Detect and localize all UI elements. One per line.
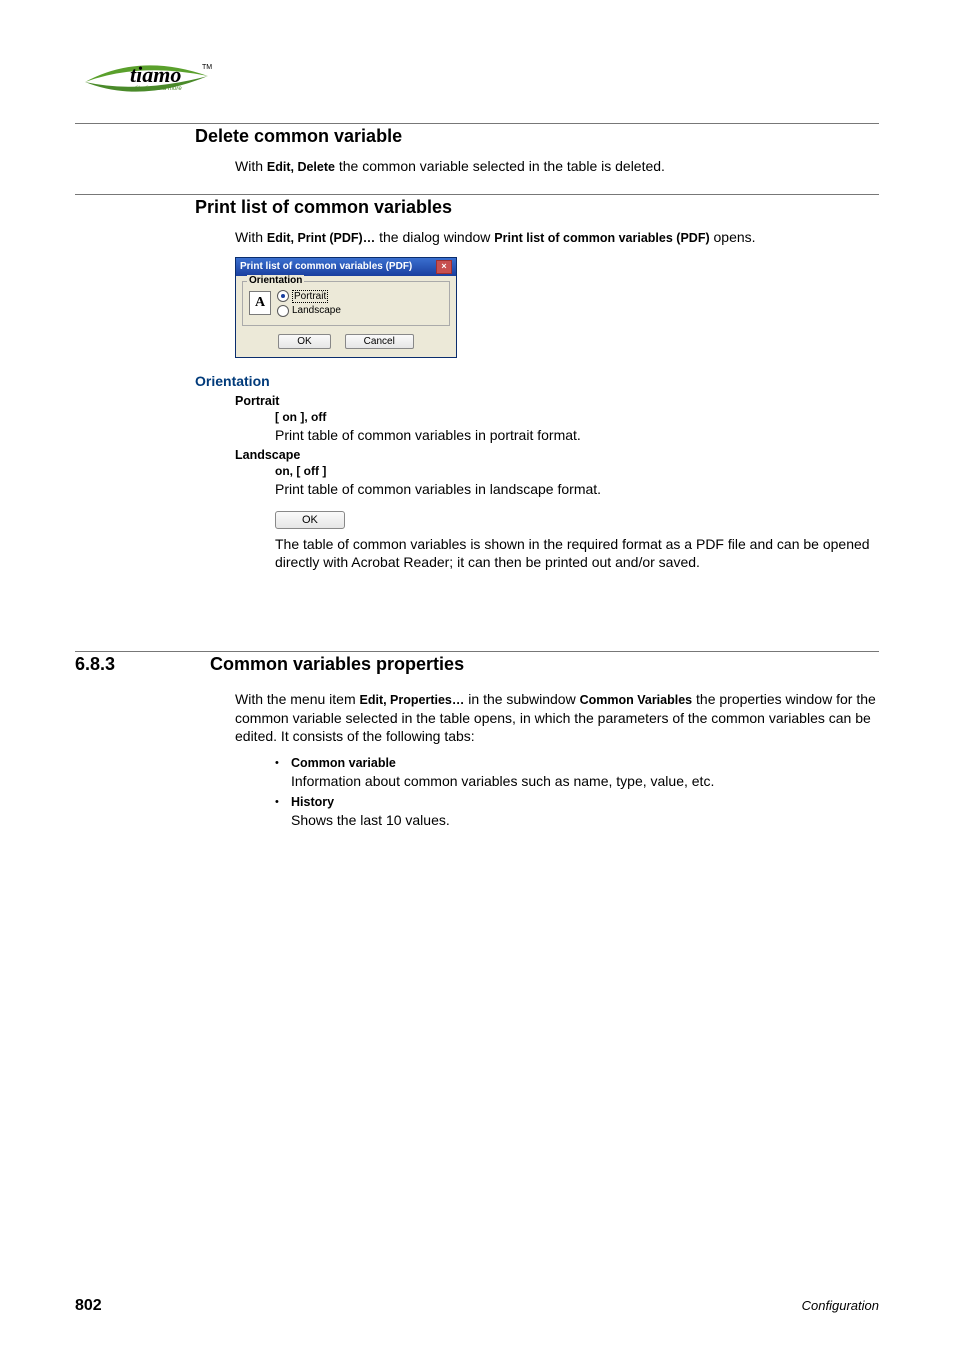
divider [75, 651, 879, 652]
logo-sub: titration and more [135, 86, 182, 92]
section2-body: With Edit, Print (PDF)… the dialog windo… [235, 228, 879, 246]
section-number: 6.8.3 [75, 654, 210, 675]
section3-body: With the menu item Edit, Properties… in … [235, 690, 879, 745]
brand-logo: tiamo TM titration and more [80, 60, 220, 98]
orientation-icon: A [249, 291, 271, 315]
bullet-body: Information about common variables such … [291, 772, 714, 791]
dialog-title-text: Print list of common variables (PDF) [240, 261, 412, 272]
orientation-heading: Orientation [195, 373, 879, 389]
section-title-print: Print list of common variables [195, 197, 879, 218]
logo-text: tiamo [130, 62, 181, 88]
section-title-delete: Delete common variable [195, 126, 879, 147]
bullet-icon: • [275, 794, 291, 830]
footer-section-name: Configuration [802, 1298, 879, 1313]
ok-body: The table of common variables is shown i… [275, 535, 879, 571]
section-title-properties: Common variables properties [210, 654, 464, 675]
portrait-term: Portrait [235, 394, 879, 408]
logo-tm: TM [202, 64, 212, 71]
section1-body: With Edit, Delete the common variable se… [235, 157, 879, 175]
ok-button-image: OK [275, 511, 345, 529]
divider [75, 123, 879, 124]
ok-button-figure: OK [275, 510, 879, 529]
fieldset-legend: Orientation [247, 275, 304, 286]
radio-landscape[interactable] [277, 305, 289, 317]
radio-portrait-label: Portrait [292, 290, 328, 303]
portrait-body: Print table of common variables in portr… [275, 426, 879, 444]
portrait-values: [ on ], off [275, 410, 879, 424]
bullet-head: History [291, 794, 450, 811]
cancel-button[interactable]: Cancel [345, 334, 414, 349]
bullet-body: Shows the last 10 values. [291, 811, 450, 830]
close-icon[interactable]: × [436, 260, 452, 274]
dialog-screenshot: Print list of common variables (PDF) × O… [235, 257, 879, 358]
bullet-item-common-variable: • Common variable Information about comm… [275, 755, 879, 791]
divider [75, 194, 879, 195]
bullet-icon: • [275, 755, 291, 791]
dialog-titlebar: Print list of common variables (PDF) × [236, 258, 456, 276]
ok-button[interactable]: OK [278, 334, 330, 349]
landscape-body: Print table of common variables in lands… [275, 480, 879, 498]
radio-landscape-label: Landscape [292, 305, 341, 316]
radio-portrait[interactable] [277, 290, 289, 302]
bullet-head: Common variable [291, 755, 714, 772]
landscape-values: on, [ off ] [275, 464, 879, 478]
landscape-term: Landscape [235, 448, 879, 462]
bullet-item-history: • History Shows the last 10 values. [275, 794, 879, 830]
page-number: 802 [75, 1297, 102, 1315]
